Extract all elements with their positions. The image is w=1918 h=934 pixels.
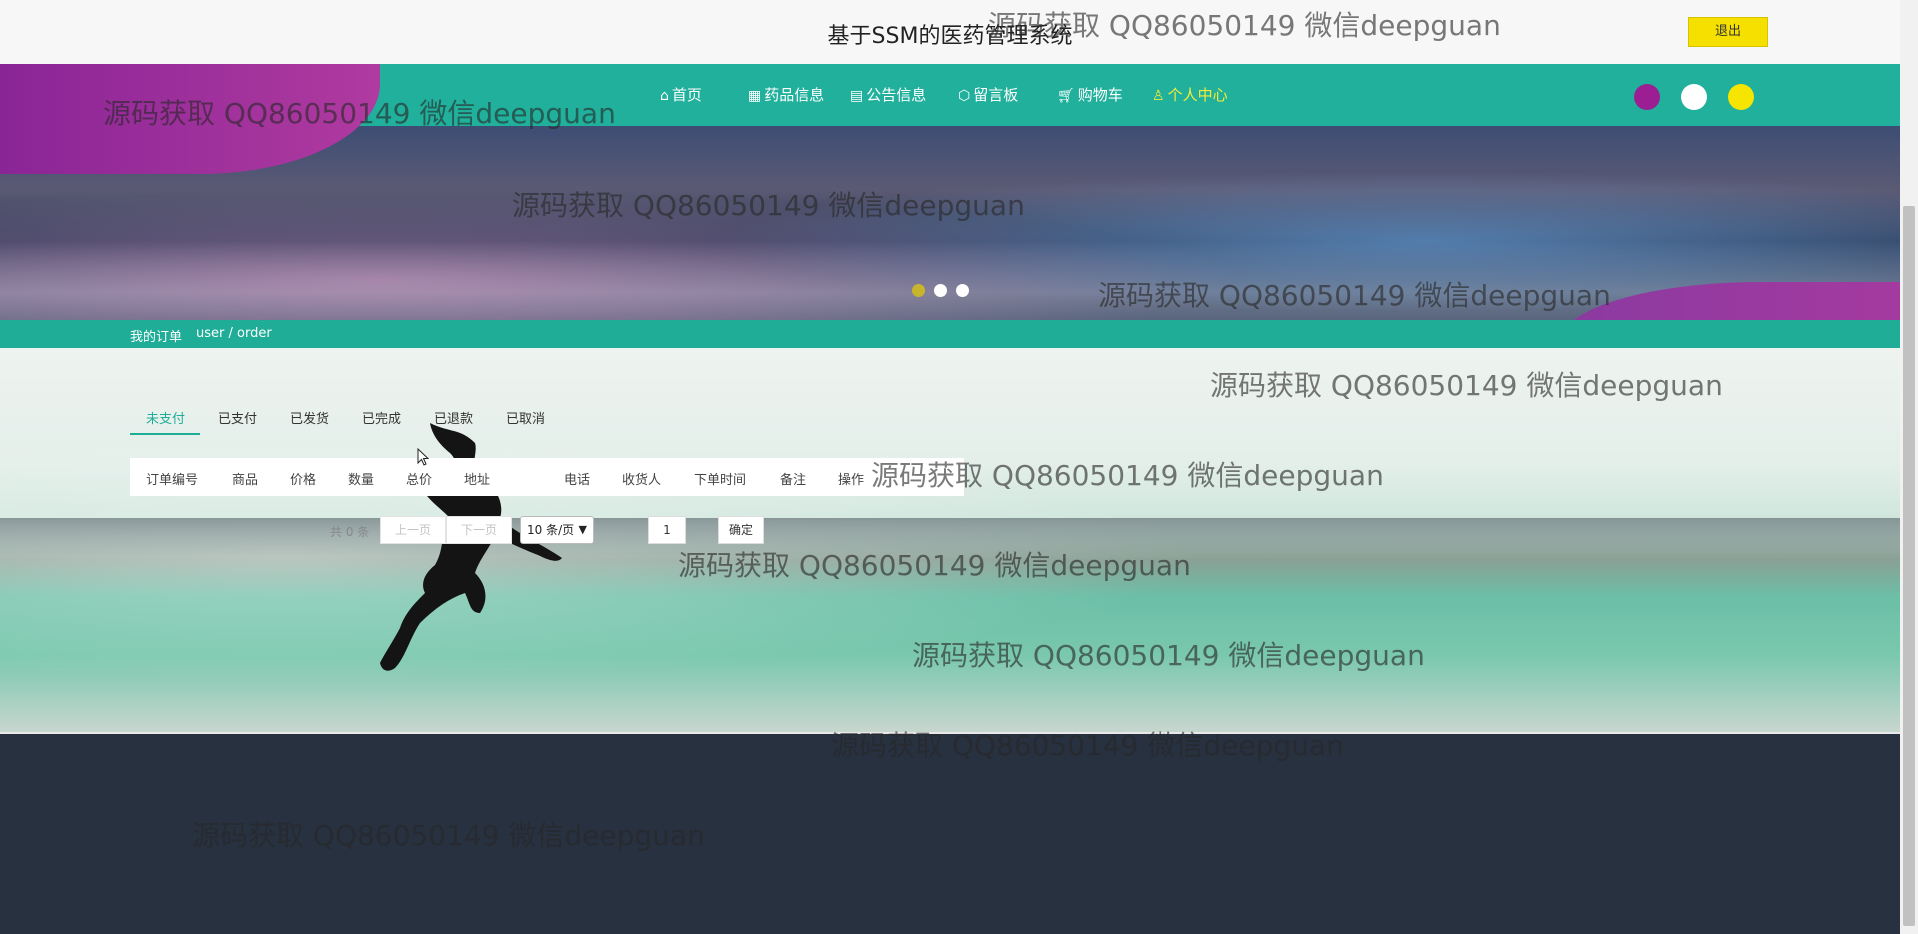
column-header: 价格 [290,473,317,488]
page-number-input[interactable]: 1 [648,516,686,544]
grid-icon: ▦ [748,88,762,104]
box-icon: ⬡ [958,88,971,104]
top-bar: 基于SSM的医药管理系统 退出 [0,0,1900,64]
page-size-select[interactable]: 10 条/页 ▼ [520,516,594,544]
tab-completed[interactable]: 已完成 [362,408,401,427]
column-header: 订单编号 [146,473,199,488]
pagination-total: 共 0 条 [330,525,370,539]
column-header: 收货人 [622,473,662,488]
order-content: 未支付 已支付 已发货 已完成 已退款 已取消 订单编号 商品 价格 数量 总价… [0,348,1900,732]
column-header: 下单时间 [694,473,747,488]
theme-white-button[interactable] [1681,84,1707,110]
column-header: 总价 [406,473,433,488]
order-table-header: 订单编号 商品 价格 数量 总价 地址 电话 收货人 下单时间 备注 操作 [130,458,964,496]
site-title: 基于SSM的医药管理系统 [827,24,1073,49]
tab-cancelled[interactable]: 已取消 [506,408,545,427]
user-icon: ♙ [1152,88,1165,104]
tab-shipped[interactable]: 已发货 [290,408,329,427]
active-tab-underline [130,433,200,435]
nav-item-medicine[interactable]: ▦ 药品信息 [748,84,824,105]
carousel-dot-3[interactable] [956,284,969,297]
logout-button[interactable]: 退出 [1688,17,1768,47]
main-nav: ⌂ 首页 ▦ 药品信息 ▤ 公告信息 ⬡ 留言板 🛒︎ 购物车 ♙ 个人中心 [0,64,1900,126]
banner: ⌂ 首页 ▦ 药品信息 ▤ 公告信息 ⬡ 留言板 🛒︎ 购物车 ♙ 个人中心 我… [0,64,1900,348]
notice-icon: ▤ [850,88,864,104]
page: 基于SSM的医药管理系统 退出 ⌂ 首页 ▦ 药品信息 ▤ 公告信息 ⬡ 留言板 🛒︎ 购… [0,0,1900,934]
breadcrumb-title: 我的订单 [130,330,183,345]
theme-purple-button[interactable] [1634,84,1660,110]
column-header: 商品 [232,473,259,488]
prev-page-button[interactable]: 上一页 [380,516,446,544]
tab-unpaid[interactable]: 未支付 [146,408,185,427]
nav-item-notice[interactable]: ▤ 公告信息 [850,84,926,105]
nav-item-message-board[interactable]: ⬡ 留言板 [958,84,1018,105]
tab-refunded[interactable]: 已退款 [434,408,473,427]
footer [0,734,1900,934]
nav-item-user-center[interactable]: ♙ 个人中心 [1152,84,1228,105]
home-icon: ⌂ [660,88,669,104]
carousel-dot-1[interactable] [912,284,925,297]
column-header: 地址 [464,473,491,488]
background-hills [0,518,1900,558]
breadcrumb-path[interactable]: user / order [196,326,272,341]
nav-item-cart[interactable]: 🛒︎ 购物车 [1057,84,1123,105]
carousel-dot-2[interactable] [934,284,947,297]
nav-item-home[interactable]: ⌂ 首页 [660,84,702,105]
column-header: 操作 [838,473,865,488]
column-header: 数量 [348,473,375,488]
next-page-button[interactable]: 下一页 [446,516,512,544]
column-header: 电话 [564,473,591,488]
breadcrumb: 我的订单 user / order [0,320,1900,348]
theme-yellow-button[interactable] [1728,84,1754,110]
chevron-down-icon: ▼ [578,523,587,536]
mouse-pointer-icon [417,448,429,466]
cart-icon: 🛒︎ [1057,88,1075,104]
tab-paid[interactable]: 已支付 [218,408,257,427]
column-header: 备注 [780,473,807,488]
confirm-page-button[interactable]: 确定 [718,516,764,544]
scrollbar-thumb[interactable] [1903,206,1915,926]
